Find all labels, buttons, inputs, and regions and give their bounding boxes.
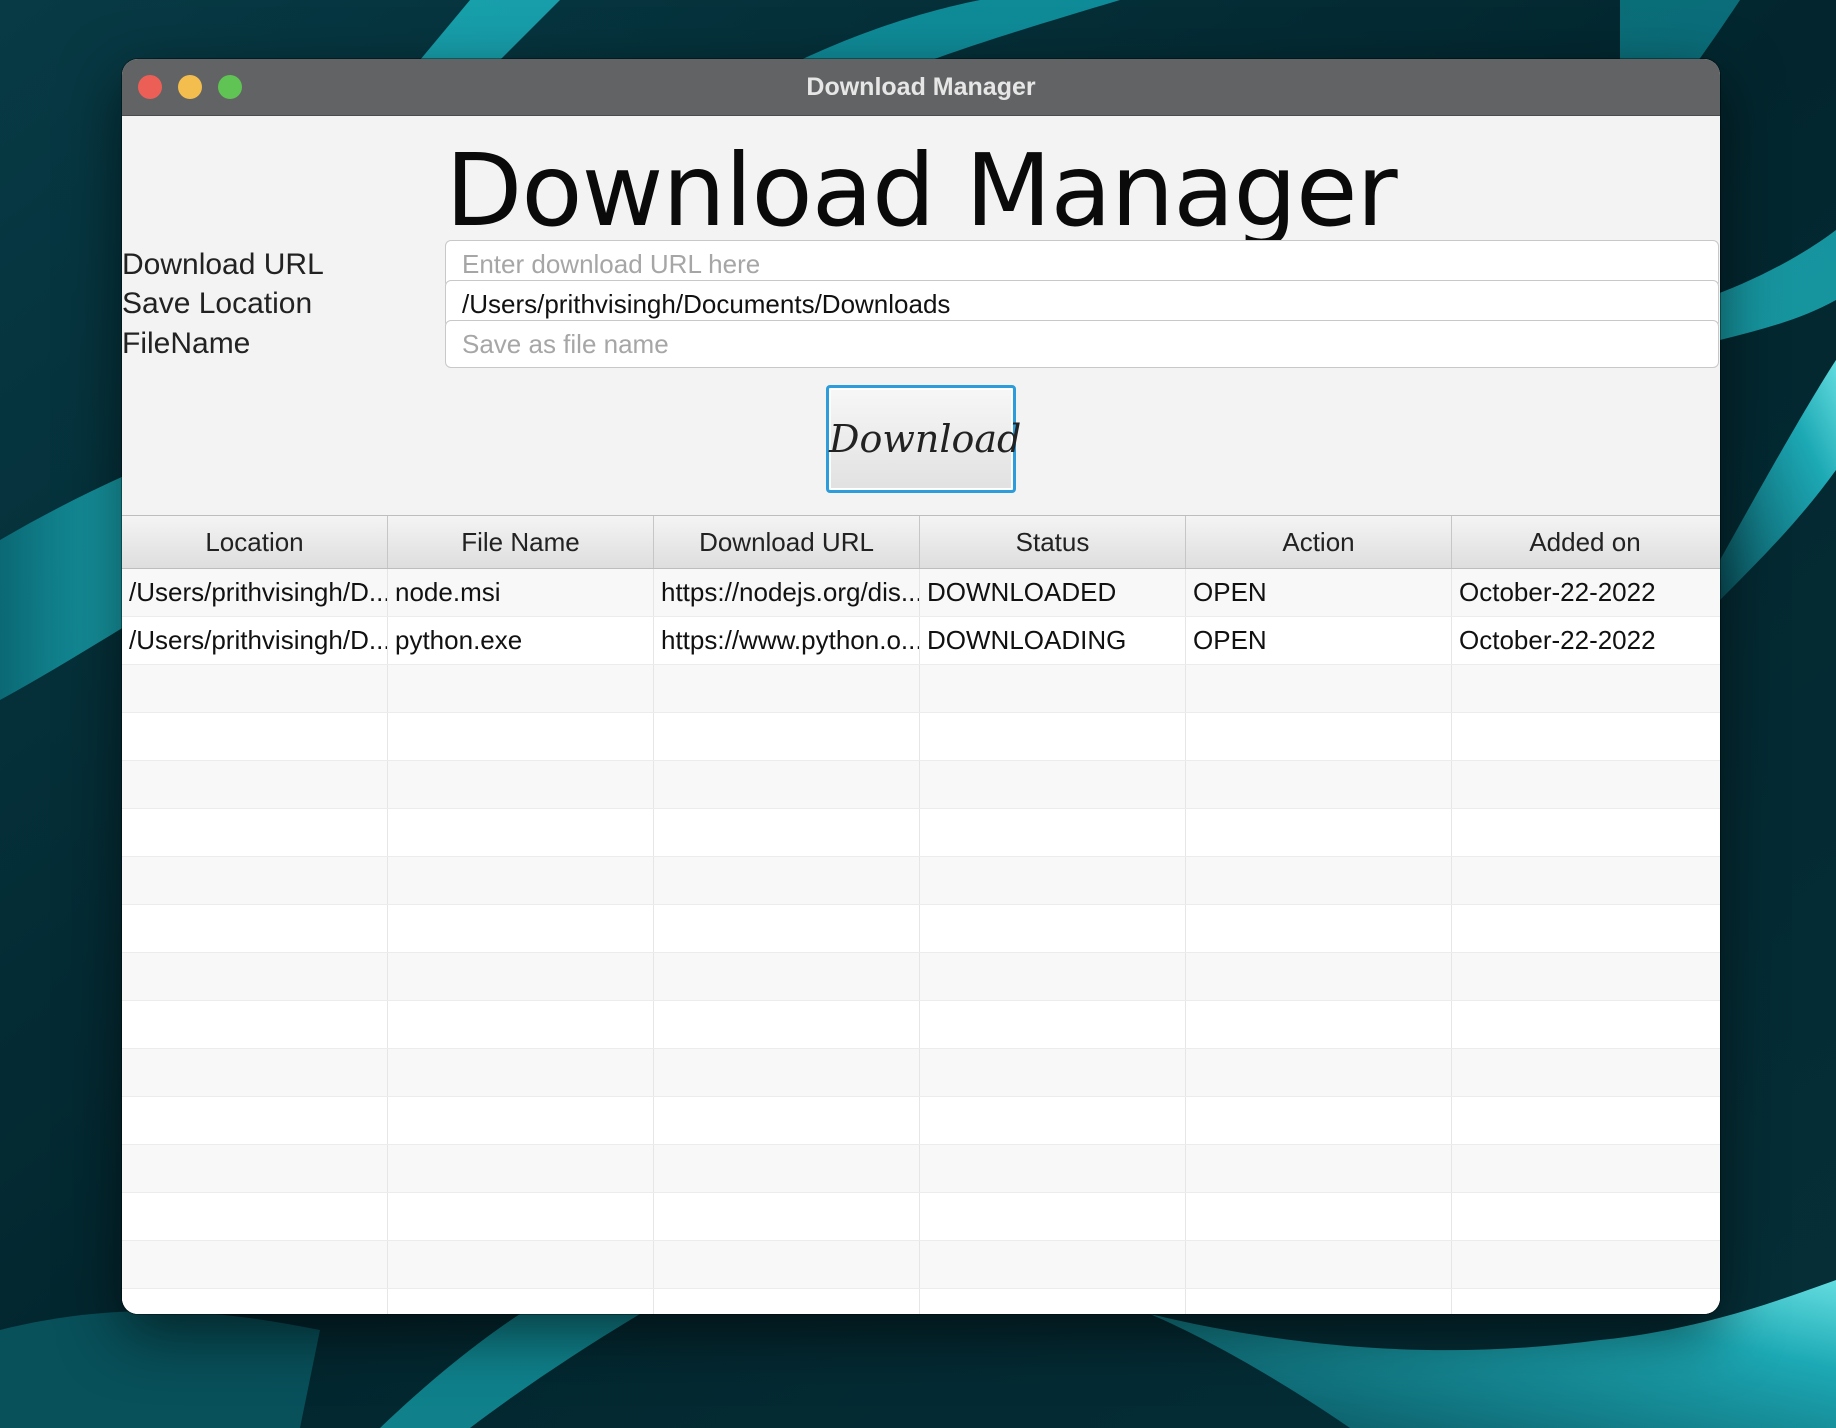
- title-bar[interactable]: Download Manager: [122, 59, 1720, 116]
- column-header-location[interactable]: Location: [122, 516, 388, 568]
- cell-download-url: https://www.python.o...: [654, 617, 920, 664]
- empty-table-row: [122, 1193, 1720, 1241]
- table-row[interactable]: /Users/prithvisingh/D... python.exe http…: [122, 617, 1720, 665]
- cell-file-name: node.msi: [388, 569, 654, 616]
- column-header-status[interactable]: Status: [920, 516, 1186, 568]
- download-button[interactable]: Download: [826, 385, 1021, 493]
- cell-location: /Users/prithvisingh/D...: [122, 617, 388, 664]
- column-header-added-on[interactable]: Added on: [1452, 516, 1718, 568]
- cell-action-open[interactable]: OPEN: [1186, 569, 1452, 616]
- empty-table-row: [122, 1241, 1720, 1289]
- column-header-file-name[interactable]: File Name: [388, 516, 654, 568]
- cell-file-name: python.exe: [388, 617, 654, 664]
- empty-table-row: [122, 809, 1720, 857]
- download-url-label: Download URL: [122, 248, 324, 281]
- cell-location: /Users/prithvisingh/D...: [122, 569, 388, 616]
- app-window: Download Manager Download Manager Downlo…: [122, 59, 1720, 1314]
- cell-added-on: October-22-2022: [1459, 625, 1656, 655]
- table-row[interactable]: /Users/prithvisingh/D... node.msi https:…: [122, 569, 1720, 617]
- downloads-table: Location File Name Download URL Status A…: [122, 515, 1720, 1314]
- cell-added-on: October-22-2022: [1459, 577, 1656, 607]
- save-location-label: Save Location: [122, 287, 313, 320]
- table-body: /Users/prithvisingh/D... node.msi https:…: [122, 569, 1720, 1314]
- empty-table-row: [122, 713, 1720, 761]
- column-header-download-url[interactable]: Download URL: [654, 516, 920, 568]
- empty-table-row: [122, 1289, 1720, 1314]
- cell-download-url: https://nodejs.org/dis...: [654, 569, 920, 616]
- window-title: Download Manager: [806, 73, 1036, 101]
- empty-table-row: [122, 1049, 1720, 1097]
- page-title: Download Manager: [445, 132, 1397, 249]
- empty-table-row: [122, 1001, 1720, 1049]
- empty-table-row: [122, 1145, 1720, 1193]
- filename-label: FileName: [122, 327, 251, 360]
- cell-status: DOWNLOADING: [920, 617, 1186, 664]
- filename-input[interactable]: [445, 320, 1719, 368]
- empty-table-row: [122, 953, 1720, 1001]
- table-header: Location File Name Download URL Status A…: [122, 516, 1720, 569]
- empty-table-row: [122, 1097, 1720, 1145]
- cell-action-open[interactable]: OPEN: [1186, 617, 1452, 664]
- empty-table-row: [122, 857, 1720, 905]
- empty-table-row: [122, 665, 1720, 713]
- empty-table-row: [122, 905, 1720, 953]
- cell-status: DOWNLOADED: [920, 569, 1186, 616]
- column-header-action[interactable]: Action: [1186, 516, 1452, 568]
- empty-table-row: [122, 761, 1720, 809]
